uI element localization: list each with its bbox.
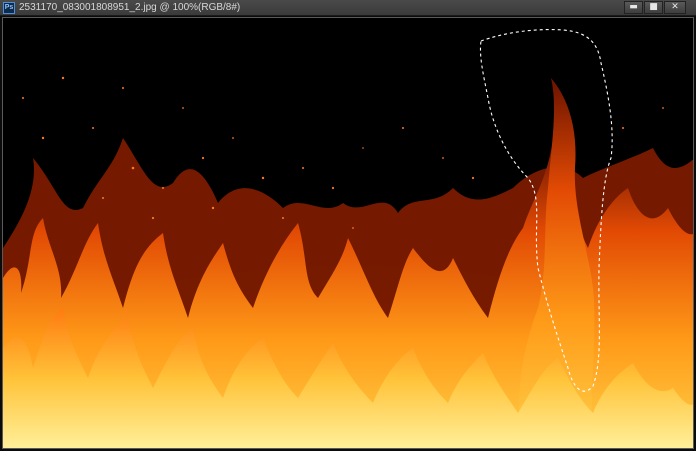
minimize-button[interactable]: ▬ (624, 1, 643, 14)
fire-image (3, 18, 693, 448)
document-window: Ps 2531170_083001808951_2.jpg @ 100%(RGB… (0, 0, 696, 451)
document-titlebar[interactable]: Ps 2531170_083001808951_2.jpg @ 100%(RGB… (0, 0, 696, 16)
document-title: 2531170_083001808951_2.jpg @ 100%(RGB/8#… (19, 2, 241, 13)
photoshop-app-icon: Ps (3, 2, 15, 14)
close-button[interactable]: ✕ (664, 1, 686, 14)
maximize-button[interactable]: ■ (644, 1, 663, 14)
document-canvas[interactable] (2, 17, 694, 449)
